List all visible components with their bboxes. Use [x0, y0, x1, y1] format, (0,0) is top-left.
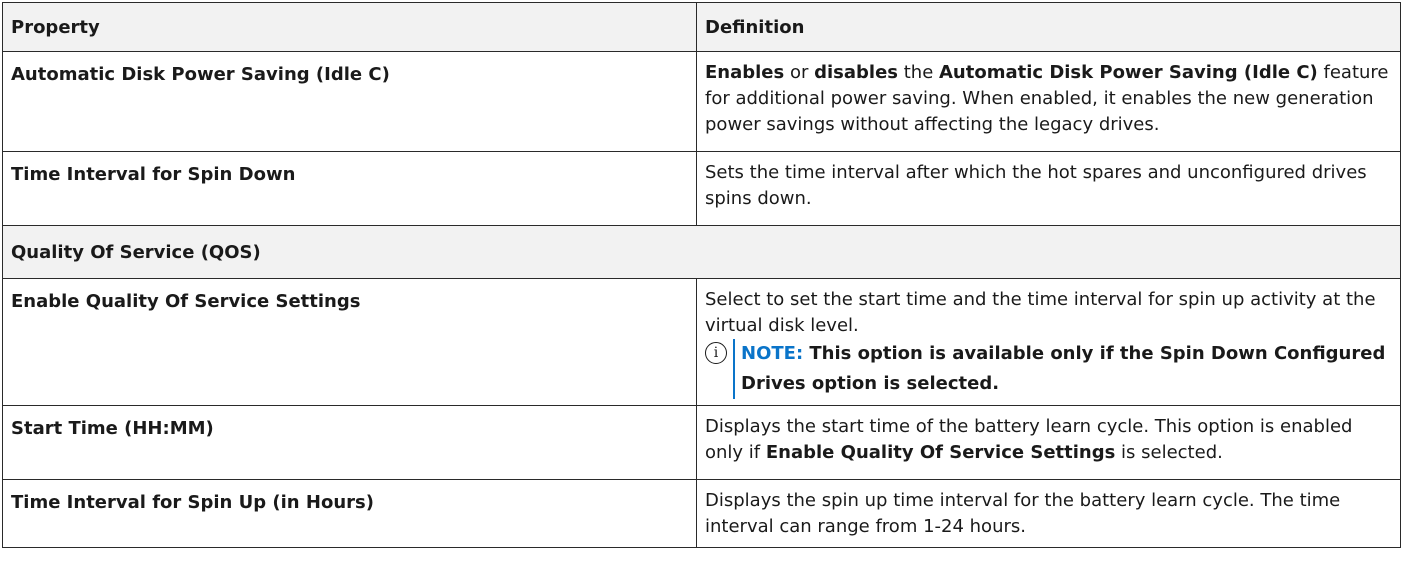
section-title: Quality Of Service (QOS) [2, 225, 1401, 279]
table-row: Start Time (HH:MM) Displays the start ti… [2, 405, 1401, 480]
bold-text: Automatic Disk Power Saving (Idle C) [938, 62, 1318, 83]
definition-cell: Displays the spin up time interval for t… [696, 479, 1401, 548]
table-row: Time Interval for Spin Down Sets the tim… [2, 151, 1401, 226]
property-definition-table: Property Definition Automatic Disk Power… [2, 2, 1401, 548]
bold-text: Enables [705, 62, 785, 83]
note-text: NOTE: This option is available only if t… [733, 339, 1390, 399]
property-cell: Start Time (HH:MM) [2, 405, 697, 480]
note-block: i NOTE: This option is available only if… [705, 339, 1390, 399]
table-row: Time Interval for Spin Up (in Hours) Dis… [2, 479, 1401, 548]
note-body: This option is available only if the Spi… [741, 343, 1386, 394]
property-cell: Automatic Disk Power Saving (Idle C) [2, 51, 697, 152]
table-row: Automatic Disk Power Saving (Idle C) Ena… [2, 51, 1401, 152]
definition-cell: Select to set the start time and the tim… [696, 278, 1401, 406]
property-cell: Time Interval for Spin Up (in Hours) [2, 479, 697, 548]
definition-cell: Enables or disables the Automatic Disk P… [696, 51, 1401, 152]
bold-text: Enable Quality Of Service Settings [765, 442, 1116, 463]
definition-cell: Sets the time interval after which the h… [696, 151, 1401, 226]
table-row: Enable Quality Of Service Settings Selec… [2, 278, 1401, 406]
bold-text: disables [814, 62, 898, 83]
property-cell: Time Interval for Spin Down [2, 151, 697, 226]
definition-text: is selected. [1115, 442, 1223, 463]
table-header-row: Property Definition [2, 2, 1401, 52]
note-label: NOTE: [741, 343, 804, 364]
property-cell: Enable Quality Of Service Settings [2, 278, 697, 406]
definition-cell: Displays the start time of the battery l… [696, 405, 1401, 480]
header-property: Property [2, 2, 697, 52]
info-icon: i [705, 342, 727, 364]
definition-text: or [784, 62, 815, 83]
section-row: Quality Of Service (QOS) [2, 225, 1401, 279]
definition-text: Select to set the start time and the tim… [705, 289, 1376, 336]
header-definition: Definition [696, 2, 1401, 52]
definition-text: the [898, 62, 939, 83]
